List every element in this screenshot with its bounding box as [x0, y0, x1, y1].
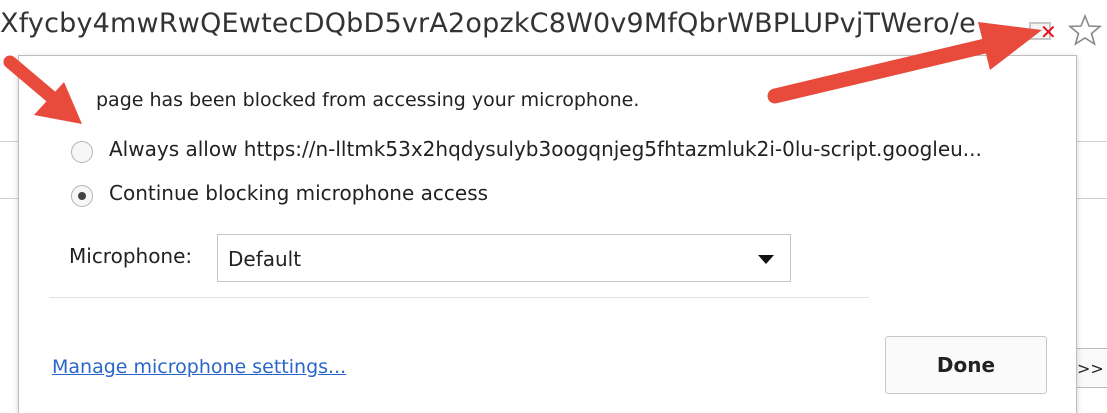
microphone-permission-bubble: page has been blocked from accessing you… [18, 55, 1077, 413]
manage-microphone-settings-link[interactable]: Manage microphone settings... [52, 356, 346, 378]
divider [49, 297, 869, 298]
done-button[interactable]: Done [885, 336, 1047, 394]
blocked-message: page has been blocked from accessing you… [96, 89, 640, 111]
url-text[interactable]: Xfycby4mwRwQEwtecDQbD5vrA2opzkC8W0v9MfQb… [0, 8, 976, 39]
page-divider [0, 141, 18, 142]
star-icon[interactable] [1068, 14, 1102, 46]
page-divider [1076, 141, 1107, 142]
microphone-select[interactable]: Default [217, 234, 791, 282]
microphone-label: Microphone: [69, 244, 193, 268]
address-bar[interactable]: Xfycby4mwRwQEwtecDQbD5vrA2opzkC8W0v9MfQb… [0, 0, 1107, 58]
blocked-x-icon: ✕ [1040, 20, 1057, 44]
option-continue-blocking-label[interactable]: Continue blocking microphone access [109, 181, 488, 205]
chevron-down-icon [758, 255, 774, 264]
page-divider [1076, 198, 1107, 199]
option-always-allow-label[interactable]: Always allow https://n-lltmk53x2hqdysuly… [109, 137, 982, 161]
radio-continue-blocking[interactable] [71, 185, 93, 207]
microphone-select-value: Default [228, 247, 302, 271]
page-divider [0, 198, 18, 199]
radio-always-allow[interactable] [71, 141, 93, 163]
